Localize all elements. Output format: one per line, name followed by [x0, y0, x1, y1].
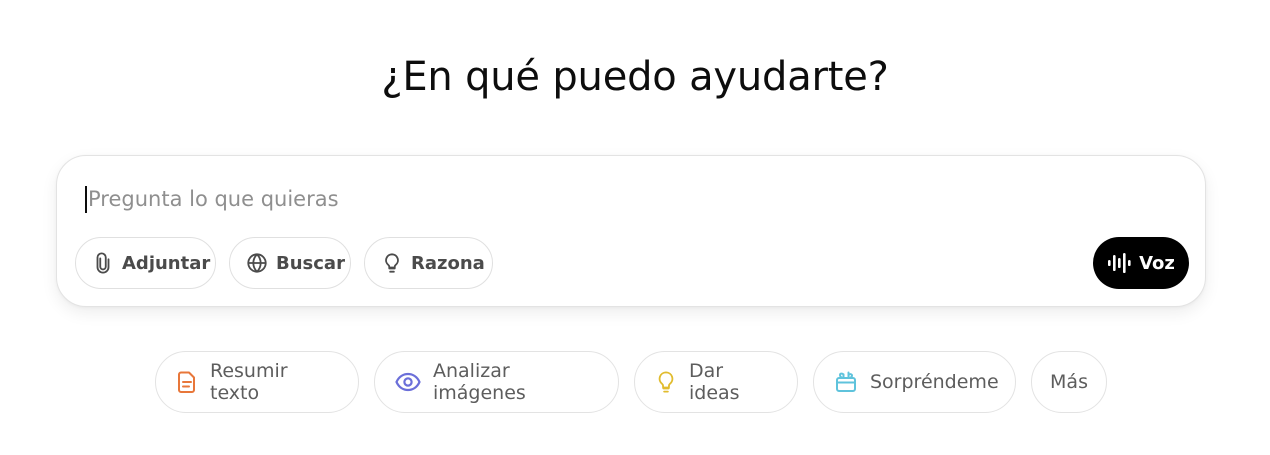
- eye-icon: [395, 372, 421, 392]
- suggestion-label: Más: [1050, 371, 1088, 393]
- attach-button[interactable]: Adjuntar: [75, 237, 216, 289]
- gift-icon: [836, 371, 856, 392]
- voice-button[interactable]: Voz: [1093, 237, 1189, 289]
- document-icon: [178, 371, 195, 393]
- suggestion-label: Analizar imágenes: [433, 360, 526, 404]
- reason-button[interactable]: Razona: [364, 237, 493, 289]
- suggestion-analyze-images[interactable]: Analizar imágenes: [374, 351, 619, 413]
- paperclip-icon: [96, 252, 110, 274]
- page-title: ¿En qué puedo ayudarte?: [381, 54, 889, 100]
- suggestion-give-ideas[interactable]: Dar ideas: [634, 351, 798, 413]
- attach-button-label: Adjuntar: [122, 252, 211, 274]
- suggestion-surprise-me[interactable]: Sorpréndeme: [813, 351, 1016, 413]
- search-button[interactable]: Buscar: [229, 237, 351, 289]
- reason-button-label: Razona: [411, 252, 485, 274]
- prompt-input[interactable]: Pregunta lo que quieras: [85, 184, 1175, 214]
- search-button-label: Buscar: [276, 252, 345, 274]
- suggestion-label: Dar ideas: [689, 360, 740, 404]
- prompt-placeholder: Pregunta lo que quieras: [88, 187, 339, 211]
- composer: Pregunta lo que quieras Adjuntar Buscar …: [56, 155, 1206, 307]
- suggestion-label: Sorpréndeme: [870, 371, 999, 393]
- suggestion-more[interactable]: Más: [1031, 351, 1107, 413]
- suggestion-summarize-text[interactable]: Resumir texto: [155, 351, 359, 413]
- voice-waveform-icon: [1108, 253, 1131, 273]
- suggestion-label: Resumir texto: [210, 360, 288, 404]
- globe-icon: [247, 253, 267, 273]
- lightbulb-icon: [658, 371, 674, 393]
- text-caret: [85, 185, 87, 213]
- voice-button-label: Voz: [1139, 252, 1175, 274]
- page: ¿En qué puedo ayudarte? Pregunta lo que …: [0, 0, 1270, 455]
- lightbulb-icon: [385, 253, 399, 273]
